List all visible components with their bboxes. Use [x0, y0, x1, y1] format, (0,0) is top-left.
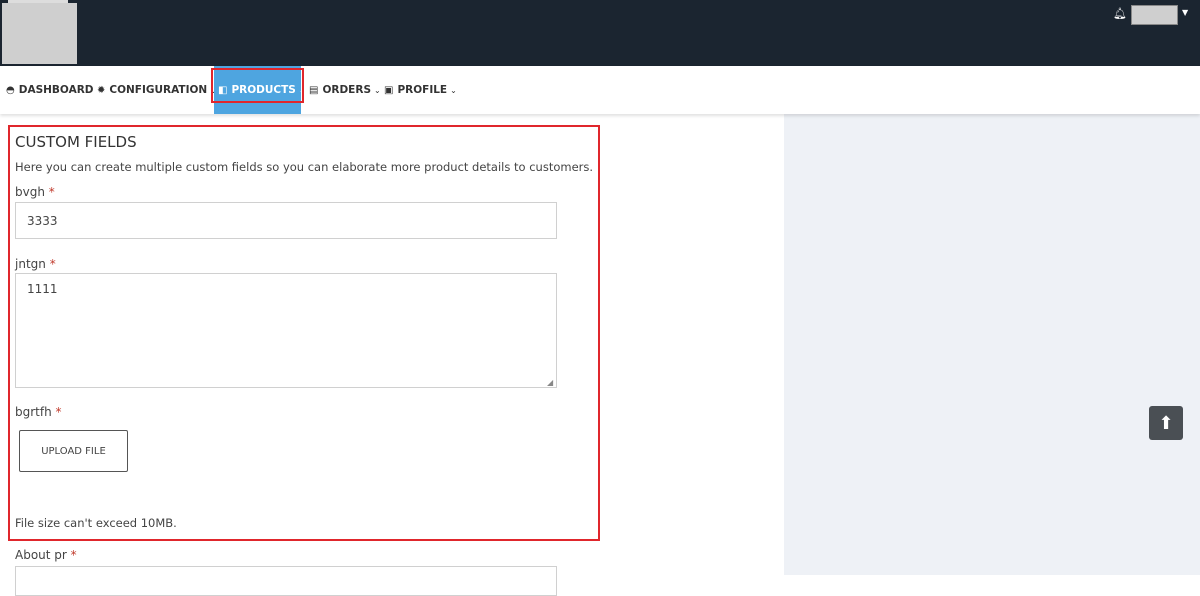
section-title: CUSTOM FIELDS: [15, 133, 137, 151]
side-panel: [784, 114, 1200, 575]
bvgh-input[interactable]: 3333: [15, 202, 557, 239]
user-menu[interactable]: [1131, 5, 1178, 25]
bell-icon[interactable]: 🔔︎: [1113, 7, 1127, 20]
chevron-down-icon: ⌄: [450, 85, 457, 95]
nav-label: PROFILE: [397, 84, 448, 96]
nav-profile[interactable]: ▣ PROFILE ⌄: [384, 66, 457, 114]
upload-file-button[interactable]: UPLOAD FILE: [19, 430, 128, 472]
nav-orders[interactable]: ▤ ORDERS ⌄: [309, 66, 381, 114]
field-label: jntgn *: [15, 257, 56, 271]
nav-label: DASHBOARD: [18, 84, 94, 96]
field-label: bgrtfh *: [15, 405, 62, 419]
main-nav: ◓DASHBOARD ✹CONFIGURATION⌄ ◧PRODUCTS⌄ ▤O…: [0, 66, 1200, 114]
logo[interactable]: [2, 3, 77, 64]
gear-icon: ✹: [97, 84, 106, 96]
field-label: bvgh *: [15, 185, 55, 199]
dashboard-icon: ◓: [6, 84, 15, 96]
chevron-down-icon: ⌄: [374, 85, 381, 95]
nav-configuration[interactable]: ✹CONFIGURATION⌄: [97, 66, 217, 114]
resize-handle-icon[interactable]: ◢: [547, 378, 553, 387]
field-label: About pr *: [15, 548, 77, 562]
clipboard-icon: ▤: [309, 84, 319, 96]
nav-dashboard[interactable]: ◓ DASHBOARD: [6, 66, 94, 114]
arrow-up-icon: ⬆︎: [1158, 412, 1174, 434]
id-card-icon: ▣: [384, 84, 394, 96]
highlight-box-products: [211, 68, 304, 103]
caret-down-icon[interactable]: ▼: [1182, 8, 1188, 17]
about-input[interactable]: [15, 566, 557, 596]
top-header: 🔔︎ ▼: [0, 0, 1200, 66]
nav-label: CONFIGURATION: [109, 84, 208, 96]
file-size-note: File size can't exceed 10MB.: [15, 516, 177, 530]
scroll-to-top-button[interactable]: ⬆︎: [1149, 406, 1183, 440]
nav-label: ORDERS: [322, 84, 372, 96]
jntgn-textarea[interactable]: 1111: [15, 273, 557, 388]
section-description: Here you can create multiple custom fiel…: [15, 160, 594, 174]
